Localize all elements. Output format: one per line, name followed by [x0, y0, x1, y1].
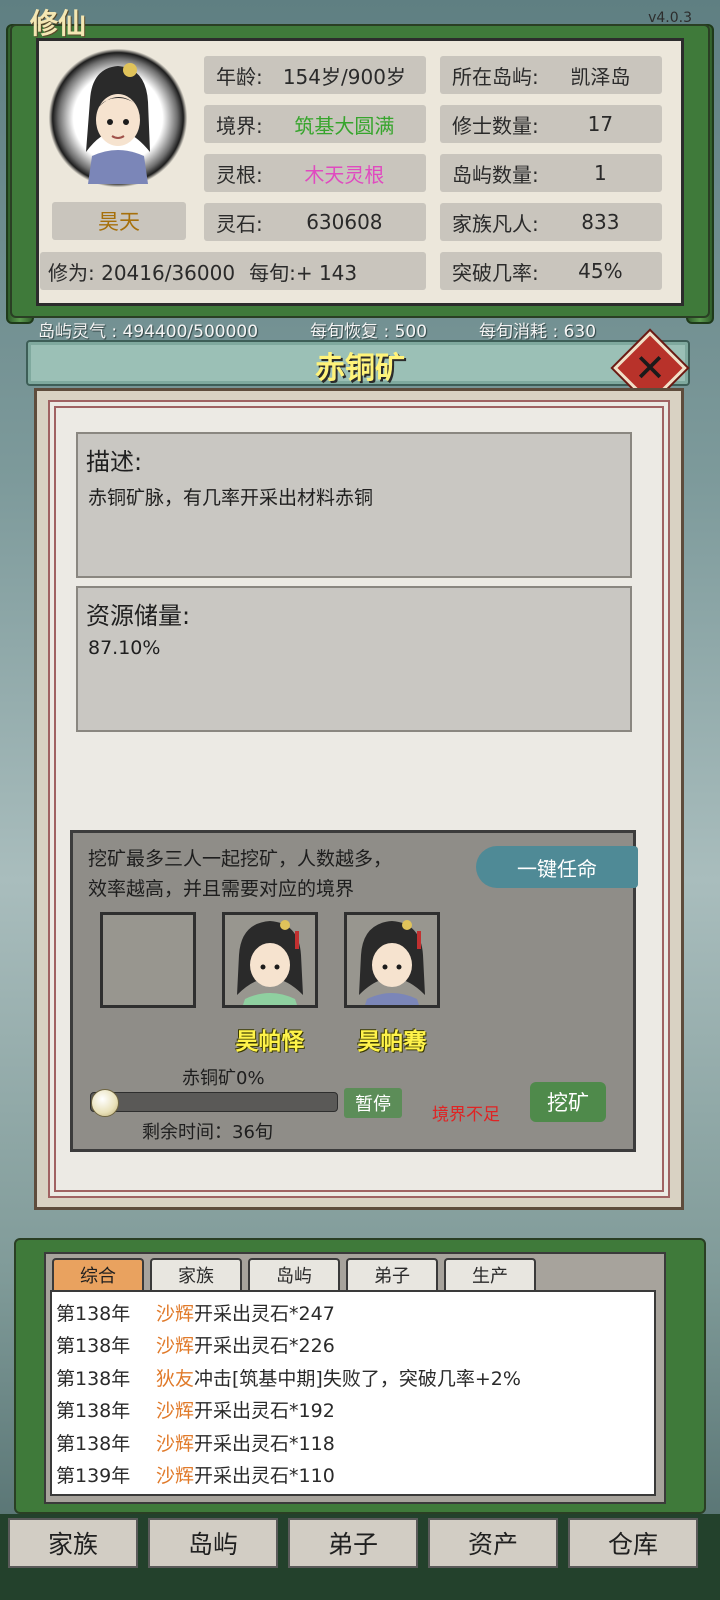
log-year: 第138年 — [56, 1400, 131, 1423]
worker-name-2: 昊帕骞 — [357, 1029, 427, 1055]
log-actor: 沙辉 — [156, 1335, 195, 1358]
root-label: 灵根: — [216, 162, 263, 187]
log-text: 开采出灵石*118 — [194, 1432, 335, 1455]
breakthrough-cell: 突破几率: 45% — [440, 252, 662, 290]
log-entry: 第138年 沙辉 开采出灵石*192 — [56, 1394, 654, 1427]
mortals-label: 家族凡人: — [452, 211, 539, 236]
panel-title: 赤铜矿 — [315, 351, 405, 386]
log-entry: 第138年 狄友 冲击[筑基中期]失败了，突破几率+2% — [56, 1361, 654, 1394]
breakthrough-label: 突破几率: — [452, 260, 539, 285]
reserve-box: 资源储量: 87.10% — [76, 586, 632, 732]
game-title: 修仙 — [30, 7, 87, 40]
reserve-title: 资源储量: — [86, 602, 191, 630]
tab-disciples[interactable]: 弟子 — [346, 1258, 438, 1290]
nav-warehouse[interactable]: 仓库 — [568, 1518, 698, 1568]
log-text: 冲击[筑基中期]失败了，突破几率+2% — [194, 1367, 521, 1390]
age-label: 年龄: — [216, 64, 263, 89]
mining-desc-line1: 挖矿最多三人一起挖矿，人数越多， — [88, 848, 393, 870]
character-avatar[interactable] — [72, 60, 164, 184]
tab-family[interactable]: 家族 — [150, 1258, 242, 1290]
worker-slot-2[interactable] — [344, 912, 440, 1008]
log-year: 第139年 — [56, 1465, 131, 1488]
tab-production[interactable]: 生产 — [444, 1258, 536, 1290]
log-entry: 第138年 沙辉 开采出灵石*118 — [56, 1426, 654, 1459]
islands-cell: 岛屿数量: 1 — [440, 154, 662, 192]
aura-recovery: 每旬恢复 : 500 — [310, 321, 428, 342]
log-text: 开采出灵石*110 — [194, 1465, 335, 1488]
realm-warning: 境界不足 — [432, 1105, 500, 1125]
mortals-cell: 家族凡人: 833 — [440, 203, 662, 241]
breakthrough-value: 45% — [578, 259, 623, 283]
log-actor: 沙辉 — [156, 1302, 195, 1325]
log-actor: 沙辉 — [156, 1465, 195, 1488]
stones-cell: 灵石: 630608 — [204, 203, 426, 241]
islands-value: 1 — [594, 161, 607, 185]
mortals-value: 833 — [581, 210, 620, 234]
log-year: 第138年 — [56, 1432, 131, 1455]
cultivators-cell: 修士数量: 17 — [440, 105, 662, 143]
realm-value: 筑基大圆满 — [294, 113, 395, 138]
realm-label: 境界: — [216, 113, 263, 138]
close-icon: ✕ — [634, 346, 666, 390]
cultivators-value: 17 — [587, 112, 614, 136]
log-year: 第138年 — [56, 1302, 131, 1325]
mine-button[interactable]: 挖矿 — [530, 1082, 606, 1122]
description-box: 描述: 赤铜矿脉，有几率开采出材料赤铜 — [76, 432, 632, 578]
log-list[interactable]: 第138年 沙辉 开采出灵石*247 第138年 沙辉 开采出灵石*226 第1… — [50, 1290, 656, 1496]
log-actor: 沙辉 — [156, 1432, 195, 1455]
age-value: 154岁/900岁 — [282, 64, 406, 89]
island-label: 所在岛屿: — [452, 64, 539, 89]
worker-portrait-2 — [359, 920, 425, 1005]
log-text: 开采出灵石*247 — [194, 1302, 335, 1325]
mining-description: 挖矿最多三人一起挖矿，人数越多， 效率越高，并且需要对应的境界 — [88, 844, 478, 904]
aura-consumption: 每旬消耗 : 630 — [479, 321, 597, 342]
log-actor: 狄友 — [156, 1367, 195, 1390]
log-text: 开采出灵石*226 — [194, 1335, 335, 1358]
cultivators-label: 修士数量: — [452, 113, 539, 138]
progress-label: 赤铜矿0% — [182, 1068, 265, 1089]
root-cell: 灵根: 木天灵根 — [204, 154, 426, 192]
log-year: 第138年 — [56, 1335, 131, 1358]
description-title: 描述: — [86, 448, 143, 476]
nav-island[interactable]: 岛屿 — [148, 1518, 278, 1568]
nav-family[interactable]: 家族 — [8, 1518, 138, 1568]
root-value: 木天灵根 — [304, 162, 385, 187]
character-name[interactable]: 昊天 — [52, 202, 186, 240]
mining-progress-bar — [90, 1089, 338, 1117]
reserve-value: 87.10% — [88, 637, 161, 659]
log-year: 第138年 — [56, 1367, 131, 1390]
remaining-time: 剩余时间：36旬 — [142, 1122, 273, 1143]
island-aura: 岛屿灵气 : 494400/500000 — [38, 321, 259, 342]
log-entry: 第138年 沙辉 开采出灵石*226 — [56, 1329, 654, 1362]
realm-cell: 境界: 筑基大圆满 — [204, 105, 426, 143]
islands-label: 岛屿数量: — [452, 162, 539, 187]
nav-assets[interactable]: 资产 — [428, 1518, 558, 1568]
pause-button[interactable]: 暂停 — [344, 1088, 402, 1118]
stones-label: 灵石: — [216, 211, 263, 236]
tab-island[interactable]: 岛屿 — [248, 1258, 340, 1290]
log-text: 开采出灵石*192 — [194, 1400, 335, 1423]
progress-knob — [91, 1089, 119, 1117]
mining-desc-line2: 效率越高，并且需要对应的境界 — [88, 878, 355, 900]
worker-name-1: 昊帕怿 — [235, 1029, 305, 1055]
cultivation-cell: 修为: 20416/36000 每旬:+ 143 — [40, 252, 426, 290]
tab-overview[interactable]: 综合 — [52, 1258, 144, 1290]
aura-bar: 岛屿灵气 : 494400/500000 每旬恢复 : 500 每旬消耗 : 6… — [0, 316, 720, 342]
worker-slot-1[interactable] — [222, 912, 318, 1008]
version-label: v4.0.3 — [648, 10, 692, 26]
island-cell: 所在岛屿: 凯泽岛 — [440, 56, 662, 94]
log-entry: 第139年 沙辉 开采出灵石*110 — [56, 1459, 654, 1492]
per-turn-text: 每旬:+ 143 — [249, 260, 358, 285]
nav-disciples[interactable]: 弟子 — [288, 1518, 418, 1568]
cultivation-text: 修为: 20416/36000 — [48, 260, 236, 285]
worker-slot-empty[interactable] — [100, 912, 196, 1008]
auto-appoint-button[interactable]: 一键任命 — [476, 846, 638, 888]
island-value: 凯泽岛 — [570, 64, 631, 89]
worker-portrait-1 — [237, 920, 303, 1005]
log-actor: 沙辉 — [156, 1400, 195, 1423]
log-entry: 第138年 沙辉 开采出灵石*247 — [56, 1296, 654, 1329]
stones-value: 630608 — [306, 210, 383, 234]
age-cell: 年龄: 154岁/900岁 — [204, 56, 426, 94]
description-text: 赤铜矿脉，有几率开采出材料赤铜 — [88, 487, 374, 509]
